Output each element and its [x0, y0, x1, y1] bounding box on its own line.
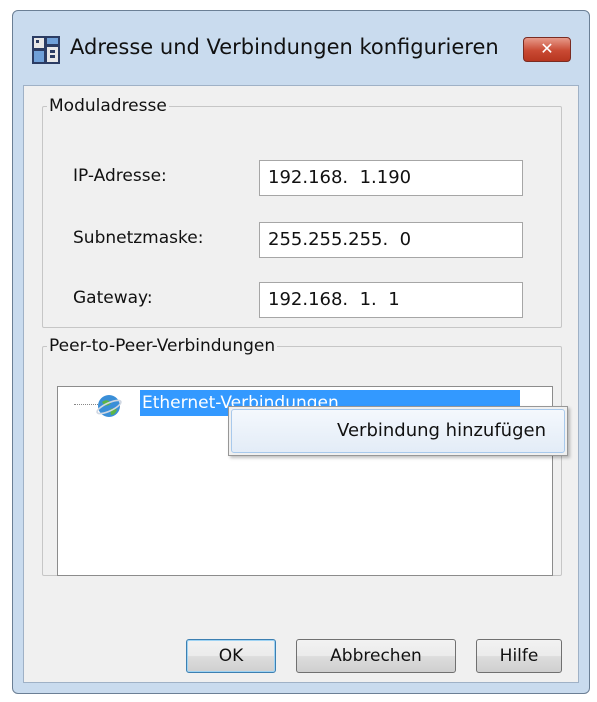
gateway-label: Gateway:	[73, 288, 153, 308]
subnet-mask-field[interactable]: 255.255.255. 0	[259, 222, 523, 258]
tree-connector-line	[74, 404, 98, 405]
title-bar[interactable]: Adresse und Verbindungen konfigurieren ✕	[13, 11, 589, 85]
subnet-mask-label: Subnetzmaske:	[73, 228, 204, 248]
help-button[interactable]: Hilfe	[476, 639, 562, 673]
window-title: Adresse und Verbindungen konfigurieren	[70, 35, 499, 59]
network-config-icon	[32, 36, 60, 64]
ip-address-label: IP-Adresse:	[73, 166, 167, 186]
ok-button[interactable]: OK	[186, 639, 276, 673]
dialog-window: Adresse und Verbindungen konfigurieren ✕…	[12, 10, 590, 694]
connections-tree[interactable]: Ethernet-Verbindungen Verbindung hinzufü…	[57, 386, 568, 576]
close-icon: ✕	[540, 39, 554, 58]
peer-to-peer-legend: Peer-to-Peer-Verbindungen	[49, 336, 276, 356]
context-menu: Verbindung hinzufügen	[228, 406, 568, 456]
ip-address-field[interactable]: 192.168. 1.190	[259, 160, 523, 196]
gateway-field[interactable]: 192.168. 1. 1	[259, 282, 523, 318]
module-address-legend: Moduladresse	[49, 96, 167, 116]
module-address-group: Moduladresse IP-Adresse: 192.168. 1.190 …	[42, 96, 562, 328]
close-button[interactable]: ✕	[523, 37, 571, 62]
context-menu-item-add-connection[interactable]: Verbindung hinzufügen	[231, 409, 565, 453]
globe-network-icon	[96, 395, 122, 417]
peer-to-peer-group: Peer-to-Peer-Verbindungen Ethernet-Verbi…	[42, 336, 568, 576]
dialog-client-area: Moduladresse IP-Adresse: 192.168. 1.190 …	[23, 85, 579, 683]
cancel-button[interactable]: Abbrechen	[296, 639, 456, 673]
